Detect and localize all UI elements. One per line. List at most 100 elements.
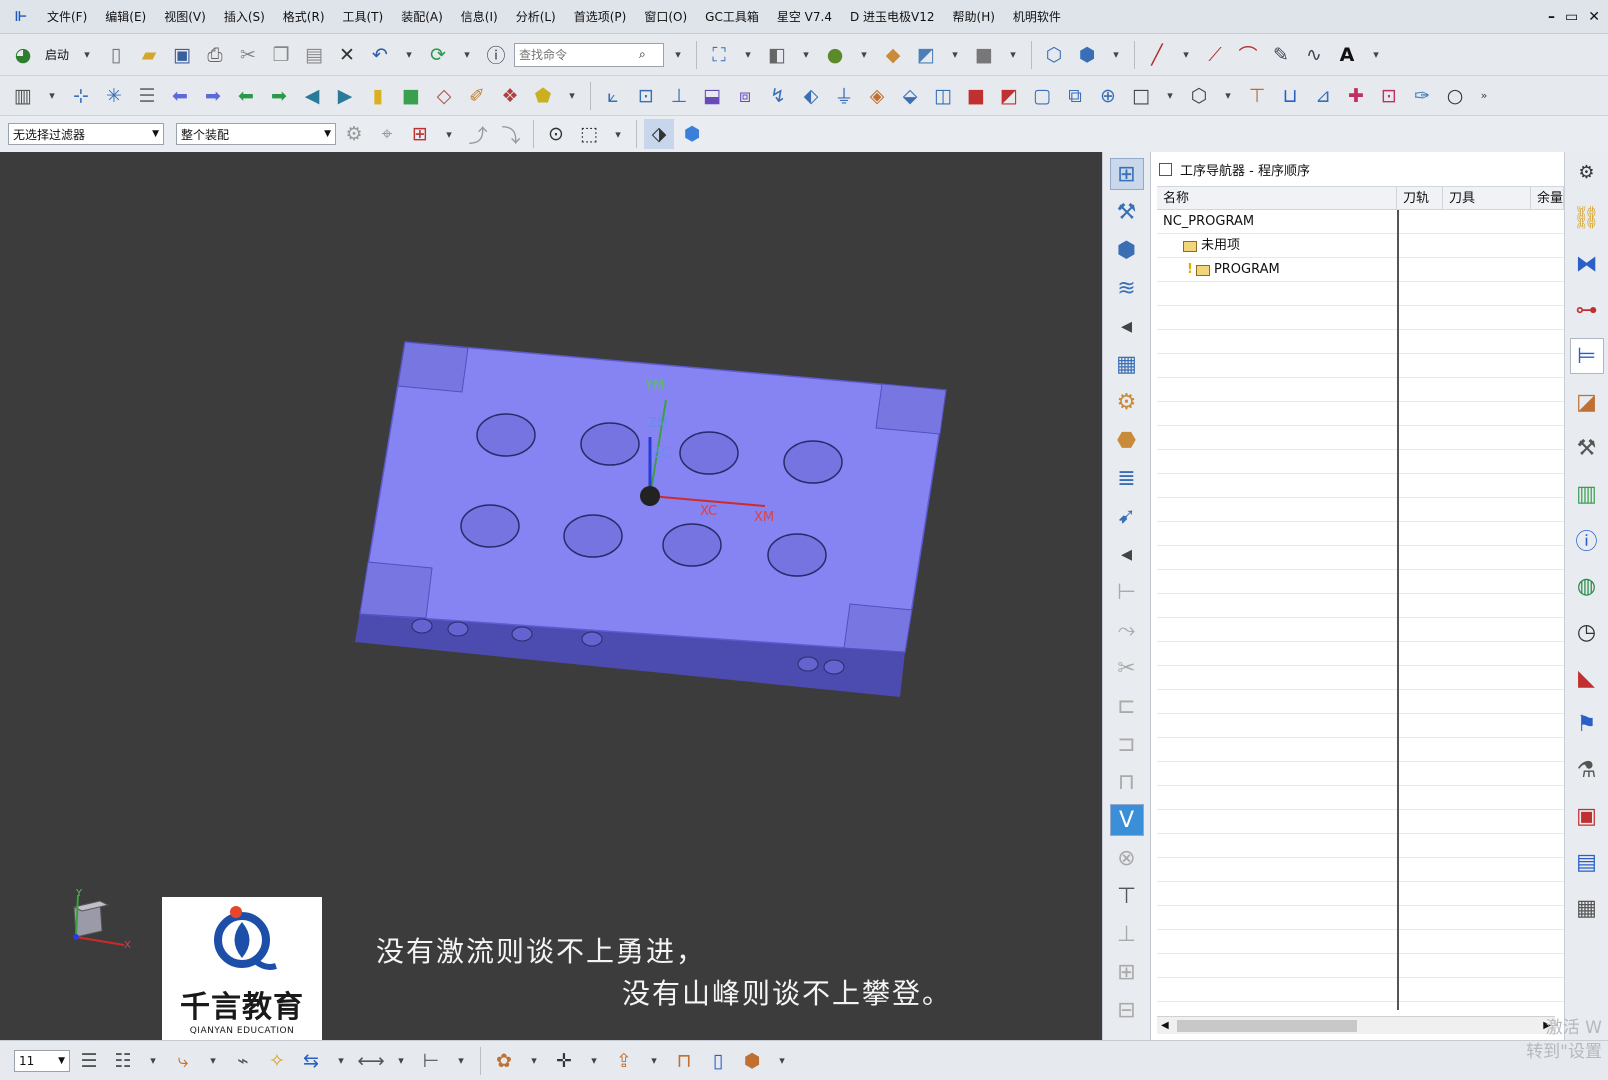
chevron-down-icon[interactable]: ▾ [76,40,98,70]
polygon-icon[interactable]: ⬡ [1184,81,1214,111]
menu-format[interactable]: 格式(R) [274,0,334,34]
chevron-down-icon[interactable]: ▾ [398,40,420,70]
menu-help[interactable]: 帮助(H) [944,0,1004,34]
render-style-icon[interactable]: ● [820,40,850,70]
chevron-down-icon[interactable]: ▾ [607,119,629,149]
chevron-down-icon[interactable]: ▾ [1002,40,1024,70]
verify-toolpath-icon[interactable]: ✂ [1110,652,1144,684]
draft-icon[interactable]: ⏚ [829,81,859,111]
chevron-down-icon[interactable]: ▾ [667,40,689,70]
push-right-icon[interactable]: ▶ [330,81,360,111]
line-icon[interactable]: ╱ [1142,40,1172,70]
list-toolpath-icon[interactable]: ⊏ [1110,690,1144,722]
line-point-icon[interactable]: ⟋ [1200,40,1230,70]
column-header-name[interactable]: 名称 [1157,187,1397,209]
delete-icon[interactable]: ✕ [332,40,362,70]
chevron-down-icon[interactable]: ▾ [583,1046,605,1076]
spline-icon[interactable]: ∿ [1299,40,1329,70]
measure-icon[interactable]: ⟀ [598,81,628,111]
arrow-left-icon[interactable]: ⬅ [165,81,195,111]
more-icon[interactable]: » [1473,81,1495,111]
assembly-navigator-icon[interactable]: ⛓ [1570,200,1604,236]
box-icon[interactable]: ⧈ [730,81,760,111]
wireframe-icon[interactable]: ◇ [429,81,459,111]
object-display-icon[interactable]: ✧ [262,1046,292,1076]
pattern-icon[interactable]: ⬖ [796,81,826,111]
paste-icon[interactable]: ▤ [299,40,329,70]
copy-icon[interactable]: ❐ [266,40,296,70]
close-button[interactable]: ✕ [1588,9,1600,25]
unite-icon[interactable]: ■ [961,81,991,111]
extrude-icon[interactable]: ▮ [363,81,393,111]
geometry-view-icon[interactable]: ⬢ [1110,234,1144,266]
project-curve-icon[interactable]: ⊤ [1242,81,1272,111]
system-materials-icon[interactable]: ◣ [1570,660,1604,696]
chevron-down-icon[interactable]: ▾ [142,1046,164,1076]
new-file-icon[interactable]: ▯ [101,40,131,70]
command-search-input[interactable] [519,47,640,62]
color-palette-icon[interactable]: ✿ [489,1046,519,1076]
part-list-icon[interactable]: ☰ [132,81,162,111]
move-right-icon[interactable]: ➡ [264,81,294,111]
chevron-down-icon[interactable]: ▾ [523,1046,545,1076]
pen-icon[interactable]: ✑ [1407,81,1437,111]
export-icon[interactable]: ⇪ [609,1046,639,1076]
offset-icon[interactable]: ⊡ [631,81,661,111]
nx-app-icon[interactable]: ⊩ [12,8,30,26]
chevron-down-icon[interactable]: ▾ [737,40,759,70]
menu-preferences[interactable]: 首选项(P) [565,0,636,34]
sketch-plane-icon[interactable]: ▥ [8,81,38,111]
web-browser-icon[interactable]: ⓘ [1570,522,1604,558]
sketch-icon[interactable]: ✎ [1266,40,1296,70]
program-order-view-icon[interactable]: ⊞ [1109,158,1144,190]
chevron-down-icon[interactable]: ▾ [1175,40,1197,70]
rectangle-icon[interactable]: □ [1126,81,1156,111]
menu-edit[interactable]: 编辑(E) [96,0,155,34]
machining-method-view-icon[interactable]: ≋ [1110,272,1144,304]
replay-toolpath-icon[interactable]: ⤳ [1110,614,1144,646]
move-to-layer-icon[interactable]: ⤷ [168,1046,198,1076]
system-scenes-icon[interactable]: ⚗ [1570,752,1604,788]
chevron-down-icon[interactable]: ▾ [438,119,460,149]
pad-icon[interactable]: ⊥ [664,81,694,111]
create-geometry-icon[interactable]: ⬣ [1110,424,1144,456]
intersect-icon[interactable]: ▢ [1027,81,1057,111]
column-header-tool[interactable]: 刀具 [1443,187,1531,209]
navigator-pin-checkbox[interactable] [1159,162,1172,176]
brush-icon[interactable]: ✐ [462,81,492,111]
shop-doc-icon[interactable]: ⊓ [1110,766,1144,798]
create-program-icon[interactable]: ▦ [1110,348,1144,380]
paint-icon[interactable]: ❖ [495,81,525,111]
output-cls-icon[interactable]: ⊞ [1110,956,1144,988]
scroll-left-icon[interactable]: ◀ [1161,1020,1169,1031]
menu-insert[interactable]: 插入(S) [215,0,274,34]
column-header-toolpath[interactable]: 刀轨 [1397,187,1443,209]
manufacturing-wizard-icon[interactable]: ▦ [1570,890,1604,926]
verify-icon[interactable]: V [1109,804,1144,836]
push-left-icon[interactable]: ◀ [297,81,327,111]
machine-tool-view-icon[interactable]: ⚒ [1110,196,1144,228]
selection-scope-select[interactable]: 整个装配 ▼ [176,123,336,145]
scrollbar-thumb[interactable] [1177,1020,1357,1032]
chevron-down-icon[interactable]: ▾ [330,1046,352,1076]
chevron-down-icon[interactable]: ▾ [643,1046,665,1076]
type-filter-select[interactable]: 无选择过滤器 ▼ [8,123,164,145]
measure-distance-icon[interactable]: ⟷ [356,1046,386,1076]
layer-category-icon[interactable]: ☷ [108,1046,138,1076]
package-icon[interactable]: ⬢ [737,1046,767,1076]
split-body-icon[interactable]: ⊕ [1093,81,1123,111]
chevron-down-icon[interactable]: ▾ [450,1046,472,1076]
chevron-down-icon[interactable]: ▾ [1159,81,1181,111]
print-icon[interactable]: ⎙ [200,40,230,70]
shaded-view-icon[interactable]: ◧ [762,40,792,70]
menu-xingkong[interactable]: 星空 V7.4 [768,0,841,34]
part-navigator-icon[interactable]: ⊶ [1570,292,1604,328]
menu-view[interactable]: 视图(V) [155,0,215,34]
history-icon[interactable]: ◷ [1570,614,1604,650]
show-hide-icon[interactable]: ⌁ [228,1046,258,1076]
batch-icon[interactable]: ⊟ [1110,994,1144,1026]
select-face-icon[interactable]: ⬗ [644,119,674,149]
start-button[interactable]: 启动 [41,46,73,63]
cavity-icon[interactable]: ⬓ [697,81,727,111]
trim-body-icon[interactable]: ⧉ [1060,81,1090,111]
